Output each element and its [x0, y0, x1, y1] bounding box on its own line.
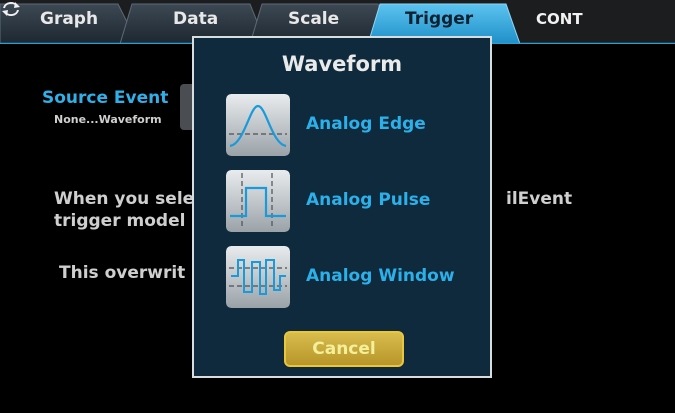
description-line-1-end: ilEvent — [506, 189, 573, 209]
option-analog-edge-label[interactable]: Analog Edge — [306, 114, 426, 134]
source-event-value: None...Waveform — [54, 113, 162, 126]
option-analog-pulse-label[interactable]: Analog Pulse — [306, 190, 430, 210]
option-analog-window-label[interactable]: Analog Window — [306, 266, 455, 286]
analog-window-icon[interactable] — [226, 246, 290, 308]
analog-pulse-icon[interactable] — [226, 170, 290, 232]
refresh-arrows-icon[interactable] — [0, 0, 22, 18]
description-line-1: When you sele — [54, 189, 195, 209]
option-analog-pulse[interactable]: Analog Pulse — [226, 170, 476, 234]
description-line-2: trigger model — [54, 211, 186, 231]
description-line-3: This overwrit — [59, 263, 186, 283]
option-analog-edge[interactable]: Analog Edge — [226, 94, 476, 158]
screen: Graph Data Scale Trigger CONT Source Eve… — [0, 0, 675, 413]
source-event-title: Source Event — [42, 88, 169, 108]
cancel-button[interactable]: Cancel — [284, 331, 404, 367]
tab-trigger[interactable]: Trigger — [405, 9, 473, 29]
tab-scale[interactable]: Scale — [288, 9, 339, 29]
dialog-title: Waveform — [281, 52, 403, 76]
analog-edge-icon[interactable] — [226, 94, 290, 156]
tab-data[interactable]: Data — [173, 9, 218, 29]
option-analog-window[interactable]: Analog Window — [226, 246, 476, 310]
cont-status-label[interactable]: CONT — [536, 10, 583, 28]
waveform-dialog: Waveform Analog Edge Analog Pulse Analog… — [192, 36, 492, 378]
tab-graph[interactable]: Graph — [40, 9, 98, 29]
